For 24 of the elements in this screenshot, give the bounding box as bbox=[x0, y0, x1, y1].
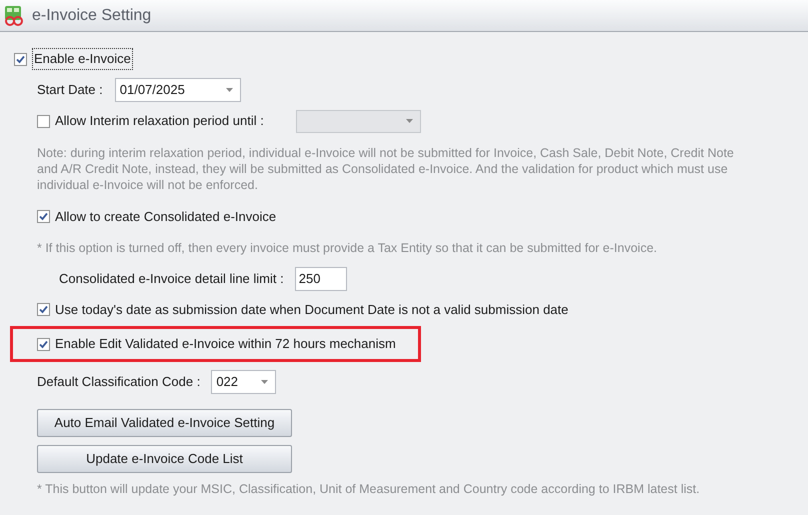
field-label: Default Classification Code : bbox=[37, 373, 200, 392]
number-field[interactable]: 250 bbox=[294, 267, 347, 291]
checkbox-label[interactable]: Enable Edit Validated e-Invoice within 72 hours mechanism bbox=[55, 334, 396, 354]
checkbox[interactable] bbox=[37, 338, 50, 350]
checkbox[interactable] bbox=[37, 303, 50, 316]
code-dropdown[interactable]: 022 bbox=[211, 370, 276, 394]
app-icon bbox=[4, 4, 24, 26]
checkbox-label[interactable]: Enable e-Invoice bbox=[32, 48, 133, 70]
checkbox-label[interactable]: Use today's date as submission date when Document Date is not a valid submission date bbox=[55, 300, 568, 320]
field-label: Consolidated e-Invoice detail line limit : bbox=[59, 270, 284, 288]
checkbox-label[interactable]: Allow to create Consolidated e-Invoice bbox=[55, 206, 276, 226]
window-title: e-Invoice Setting bbox=[32, 6, 152, 26]
caret-icon bbox=[261, 380, 268, 384]
action-button[interactable]: Auto Email Validated e-Invoice Setting bbox=[37, 409, 292, 437]
caret-icon bbox=[406, 119, 413, 123]
caret-icon bbox=[226, 88, 233, 92]
date-field[interactable]: 01/07/2025 bbox=[114, 78, 241, 102]
note-text: * If this option is turned off, then every invoice must provide a Tax Entity so that it can be submitted for e-Invoice. bbox=[37, 240, 658, 257]
note-text: Note: during interim relaxation period, individual e-Invoice will not be submitted for Invoice, Cash Sale, Debit Note, Credit Note and A/R Credit Note, instead, they will be submitted as Consolidated e-Invoice. And the validation for product which must use individual e-Invoice will not be enforced. bbox=[37, 145, 735, 194]
checkbox[interactable] bbox=[14, 52, 27, 66]
note-text: * This button will update your MSIC, Classification, Unit of Measurement and Country code according to IRBM latest list. bbox=[37, 481, 701, 498]
checkbox[interactable] bbox=[37, 210, 50, 223]
field-label: Start Date : bbox=[37, 80, 103, 99]
action-button[interactable]: Update e-Invoice Code List bbox=[37, 445, 292, 473]
